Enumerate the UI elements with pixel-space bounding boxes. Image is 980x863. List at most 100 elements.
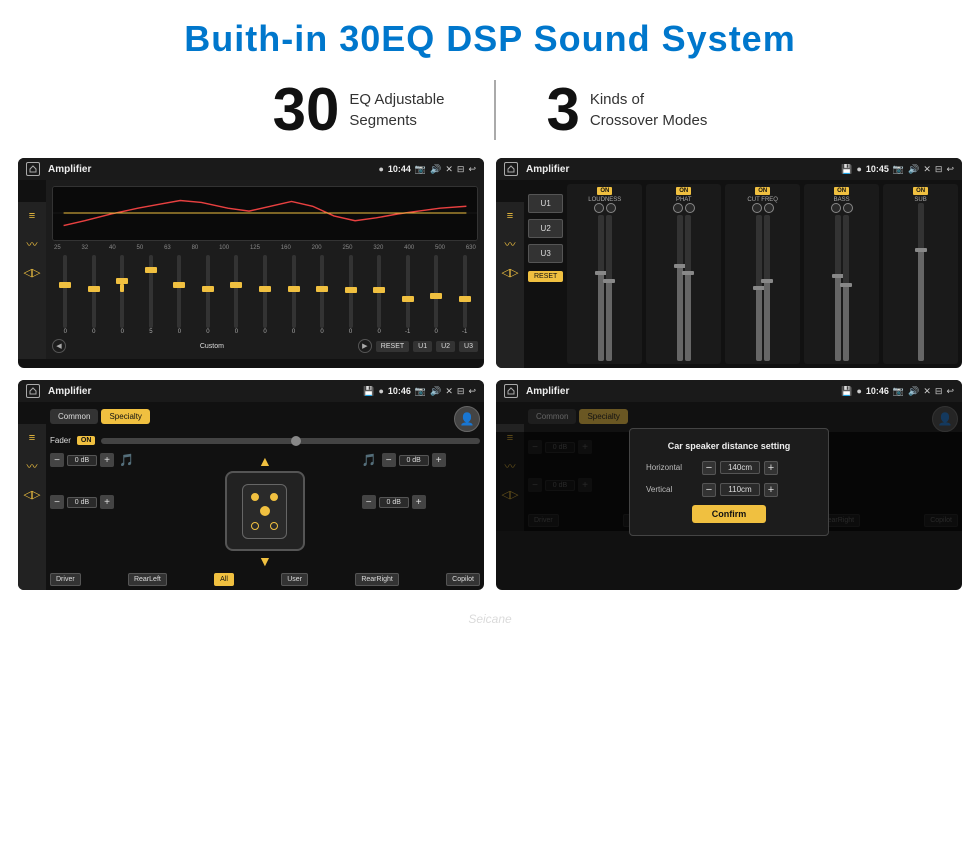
eq-freq-labels: 2532405063 80100125160200 25032040050063… — [52, 245, 478, 251]
cutfreq-on[interactable]: ON — [755, 187, 770, 195]
home-icon-3[interactable] — [26, 384, 40, 398]
bass-knob-1[interactable] — [831, 203, 841, 213]
home-icon-2[interactable] — [504, 162, 518, 176]
eq-next-btn[interactable]: ▶ — [358, 339, 372, 353]
copilot-btn-3[interactable]: Copilot — [446, 573, 480, 586]
driver-btn-3[interactable]: Driver — [50, 573, 81, 586]
rear-left-btn-3[interactable]: RearLeft — [128, 573, 167, 586]
bottom-btns-3: Driver RearLeft All User RearRight Copil… — [50, 573, 480, 586]
phat-on[interactable]: ON — [676, 187, 691, 195]
crossover-reset-btn[interactable]: RESET — [528, 271, 563, 282]
vol-fl-plus[interactable]: + — [100, 453, 114, 467]
screen-distance: Amplifier 💾 ● 10:46 📷 🔊 ✕ ⊟ ↩ ≡ 〰 ◁▷ — [496, 380, 962, 590]
speaker-dot-center[interactable] — [260, 506, 270, 516]
vol-fl-minus[interactable]: − — [50, 453, 64, 467]
side-icon-wave-1[interactable]: 〰 — [27, 236, 38, 252]
avatar-btn-3[interactable]: 👤 — [454, 406, 480, 432]
eq-slider-10[interactable]: 0 — [309, 255, 336, 335]
specialty-tab-4-bg: Specialty — [579, 409, 627, 424]
side-icon-eq-3[interactable]: ≡ — [29, 432, 35, 444]
eq-u1-btn[interactable]: U1 — [413, 341, 432, 352]
phat-knob-1[interactable] — [673, 203, 683, 213]
wifi-icon-2: ⊟ — [935, 164, 943, 175]
status-bar-2: Amplifier 💾 ● 10:45 📷 🔊 ✕ ⊟ ↩ — [496, 158, 962, 180]
all-btn-3[interactable]: All — [214, 573, 234, 586]
horizontal-minus[interactable]: − — [702, 461, 716, 475]
u3-btn[interactable]: U3 — [528, 244, 563, 263]
eq-custom-label: Custom — [70, 343, 354, 350]
side-icon-wave-2[interactable]: 〰 — [505, 236, 516, 252]
horizontal-plus[interactable]: + — [764, 461, 778, 475]
loudness-on[interactable]: ON — [597, 187, 612, 195]
fader-slider-3[interactable] — [101, 438, 480, 444]
eq-slider-1[interactable]: 0 — [52, 255, 79, 335]
eq-slider-9[interactable]: 0 — [280, 255, 307, 335]
fader-on-3[interactable]: ON — [77, 436, 96, 445]
speaker-dot-fr[interactable] — [270, 493, 278, 501]
speaker-dot-fl[interactable] — [251, 493, 259, 501]
eq-slider-15[interactable]: -1 — [451, 255, 478, 335]
home-icon-1[interactable] — [26, 162, 40, 176]
side-panel-2: ≡ 〰 ◁▷ — [496, 202, 524, 368]
side-icon-vol-2[interactable]: ◁▷ — [502, 266, 519, 279]
bass-knob-2[interactable] — [843, 203, 853, 213]
side-icon-eq-1[interactable]: ≡ — [29, 210, 35, 222]
vertical-plus[interactable]: + — [764, 483, 778, 497]
eq-prev-btn[interactable]: ◀ — [52, 339, 66, 353]
side-icon-wave-3[interactable]: 〰 — [27, 458, 38, 474]
status-icons-2: 💾 ● 10:45 📷 🔊 ✕ ⊟ ↩ — [841, 164, 954, 175]
cutfreq-knob-2[interactable] — [764, 203, 774, 213]
loudness-knob-1[interactable] — [594, 203, 604, 213]
u1-btn[interactable]: U1 — [528, 194, 563, 213]
vol-rl-minus[interactable]: − — [50, 495, 64, 509]
screen-crossover: Amplifier 💾 ● 10:45 📷 🔊 ✕ ⊟ ↩ ≡ 〰 ◁▷ — [496, 158, 962, 368]
eq-main-content: 2532405063 80100125160200 25032040050063… — [46, 180, 484, 359]
save-icon-2: 💾 — [841, 164, 852, 175]
rear-right-btn-3[interactable]: RearRight — [355, 573, 399, 586]
vol-fr-minus[interactable]: − — [382, 453, 396, 467]
eq-u3-btn[interactable]: U3 — [459, 341, 478, 352]
side-icon-eq-2[interactable]: ≡ — [507, 210, 513, 222]
confirm-button[interactable]: Confirm — [692, 505, 767, 523]
eq-slider-8[interactable]: 0 — [252, 255, 279, 335]
eq-slider-2[interactable]: 0 — [81, 255, 108, 335]
eq-slider-3[interactable]: 0 — [109, 255, 136, 335]
time-1: 10:44 — [388, 164, 411, 174]
eq-reset-btn[interactable]: RESET — [376, 341, 409, 352]
eq-slider-7[interactable]: 0 — [223, 255, 250, 335]
bass-on[interactable]: ON — [834, 187, 849, 195]
user-btn-3[interactable]: User — [281, 573, 308, 586]
eq-slider-12[interactable]: 0 — [366, 255, 393, 335]
cutfreq-knob-1[interactable] — [752, 203, 762, 213]
eq-slider-11[interactable]: 0 — [337, 255, 364, 335]
eq-slider-6[interactable]: 0 — [195, 255, 222, 335]
u2-btn[interactable]: U2 — [528, 219, 563, 238]
vol-icon-3: 🔊 — [430, 386, 441, 397]
loudness-knob-2[interactable] — [606, 203, 616, 213]
eq-slider-4[interactable]: 5 — [138, 255, 165, 335]
common-tab-3[interactable]: Common — [50, 409, 98, 424]
car-diagram-3: ▲ ▼ — [176, 453, 353, 569]
phat-knob-2[interactable] — [685, 203, 695, 213]
x-icon-4: ✕ — [923, 386, 931, 397]
dot-3: ● — [378, 386, 383, 396]
vol-rr-minus[interactable]: − — [362, 495, 376, 509]
eq-slider-13[interactable]: -1 — [394, 255, 421, 335]
vertical-minus[interactable]: − — [702, 483, 716, 497]
screen4-body: ≡ 〰 ◁▷ Common Specialty 👤 −0 dB+ −0 dB+ — [496, 402, 962, 531]
eq-slider-14[interactable]: 0 — [423, 255, 450, 335]
eq-u2-btn[interactable]: U2 — [436, 341, 455, 352]
horizontal-label: Horizontal — [646, 463, 696, 472]
side-icon-vol-3[interactable]: ◁▷ — [24, 488, 41, 501]
specialty-tab-3[interactable]: Specialty — [101, 409, 149, 424]
side-icon-vol-1[interactable]: ◁▷ — [24, 266, 41, 279]
vol-fr-plus[interactable]: + — [432, 453, 446, 467]
vol-rl-plus[interactable]: + — [100, 495, 114, 509]
sub-on[interactable]: ON — [913, 187, 928, 195]
vol-rr-plus[interactable]: + — [412, 495, 426, 509]
speaker-dot-rl[interactable] — [251, 522, 259, 530]
eq-sliders: 0 0 0 — [52, 255, 478, 335]
speaker-dot-rr[interactable] — [270, 522, 278, 530]
home-icon-4[interactable] — [504, 384, 518, 398]
eq-slider-5[interactable]: 0 — [166, 255, 193, 335]
